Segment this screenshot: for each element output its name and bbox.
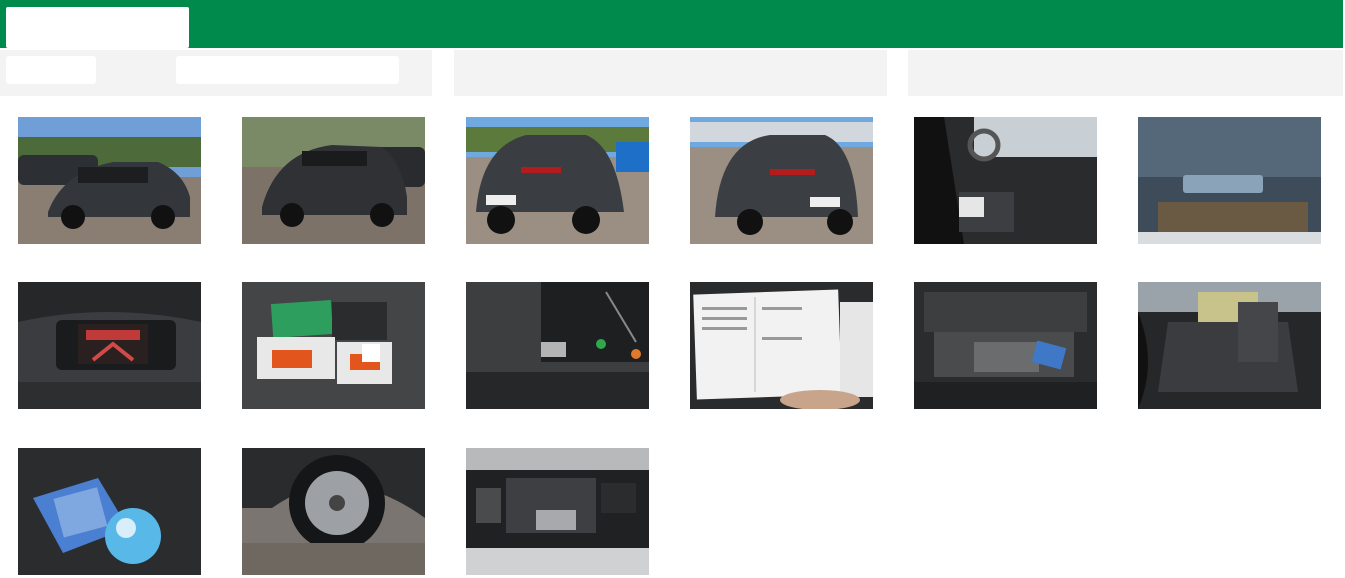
photo-thumbnail-repair-kit[interactable] [18,448,201,575]
photo-thumbnail-manuals-keys[interactable] [242,282,425,409]
trunk-image [914,282,1097,409]
vehicle-details-panel [454,50,887,96]
wheel-image [242,448,425,575]
photo-thumbnail-front-right[interactable] [242,117,425,244]
info-field-short [6,56,96,84]
car-exterior-image [466,117,649,244]
photo-thumbnail-driver-interior[interactable] [914,117,1097,244]
photo-thumbnail-infotainment[interactable] [466,282,649,409]
car-interior-image [914,117,1097,244]
photo-thumbnail-trunk[interactable] [914,282,1097,409]
photo-thumbnail-wheel[interactable] [242,448,425,575]
vehicle-info-panel [0,50,432,96]
car-exterior-image [690,117,873,244]
windshield-image [1138,117,1321,244]
manuals-image [242,282,425,409]
vehicle-listing-page [0,0,1345,578]
photo-thumbnail-rear-seats[interactable] [1138,282,1321,409]
car-exterior-image [18,117,201,244]
vehicle-pricing-panel [908,50,1343,96]
brand-logo[interactable] [6,7,189,48]
header-bar [0,0,1343,48]
engine-bay-image [466,448,649,575]
car-exterior-image [242,117,425,244]
photo-thumbnail-service-booklet[interactable] [690,282,873,409]
service-booklet-image [690,282,873,409]
photo-thumbnail-rear-right[interactable] [690,117,873,244]
info-field-long [176,56,399,84]
photo-thumbnail-rear-left[interactable] [466,117,649,244]
infotainment-image [466,282,649,409]
photo-thumbnail-instrument-cluster[interactable] [18,282,201,409]
repair-kit-image [18,448,201,575]
photo-thumbnail-engine-bay[interactable] [466,448,649,575]
photo-thumbnail-windshield[interactable] [1138,117,1321,244]
instrument-cluster-image [18,282,201,409]
photo-thumbnail-front-left[interactable] [18,117,201,244]
rear-seats-image [1138,282,1321,409]
